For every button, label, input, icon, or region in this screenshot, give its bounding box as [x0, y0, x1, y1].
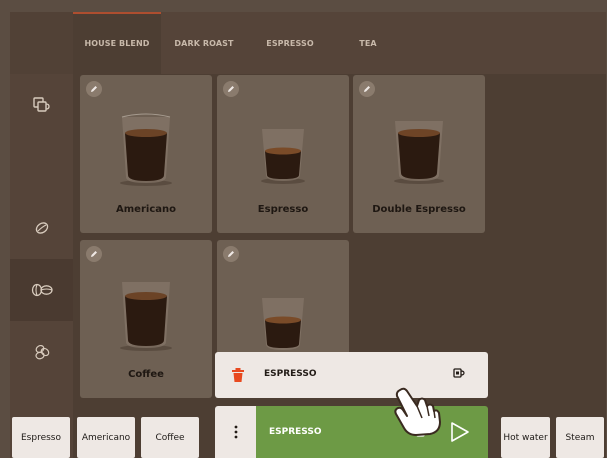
tab-dark-roast[interactable]: DARK ROAST — [161, 12, 247, 74]
coffee-beans-pair-icon — [31, 283, 53, 297]
quick-label: Coffee — [155, 432, 185, 443]
drink-label: Americano — [116, 204, 176, 215]
more-vertical-icon — [234, 425, 237, 439]
tab-label: DARK ROAST — [174, 38, 234, 48]
drink-card-americano[interactable]: Americano — [80, 75, 212, 233]
touch-screen: HOUSE BLEND DARK ROAST ESPRESSO TEA Amer… — [10, 12, 606, 458]
edit-icon[interactable] — [223, 246, 239, 262]
tab-label: HOUSE BLEND — [84, 38, 150, 48]
quick-espresso-button[interactable]: Espresso — [12, 417, 70, 458]
drink-card-espresso[interactable]: Espresso — [217, 75, 349, 233]
tab-tea[interactable]: TEA — [333, 12, 403, 74]
edit-icon[interactable] — [359, 81, 375, 97]
selected-drink-row: ESPRESSO — [215, 406, 488, 458]
sidebar — [10, 12, 73, 458]
sidebar-blank — [10, 12, 73, 74]
quick-label: Steam — [565, 432, 595, 443]
edit-icon[interactable] — [223, 81, 239, 97]
coffee-glass-icon — [394, 121, 444, 184]
delete-drink-label: ESPRESSO — [264, 369, 317, 379]
quick-label: Espresso — [20, 432, 61, 443]
cup-size-icon — [453, 368, 465, 378]
cups-icon — [32, 97, 50, 112]
coffee-glass-icon — [120, 113, 172, 186]
trash-icon[interactable] — [232, 368, 244, 382]
tab-label: ESPRESSO — [266, 38, 314, 48]
quick-americano-button[interactable]: Americano — [77, 417, 135, 458]
tab-espresso[interactable]: ESPRESSO — [247, 12, 333, 74]
quick-coffee-button[interactable]: Coffee — [141, 417, 199, 458]
coffee-glass-icon — [261, 129, 305, 184]
tab-house-blend[interactable]: HOUSE BLEND — [73, 12, 161, 74]
drink-label: Espresso — [257, 204, 309, 215]
drink-label: Coffee — [128, 369, 164, 380]
more-options-button[interactable] — [215, 406, 256, 458]
edit-icon[interactable] — [86, 81, 102, 97]
coffee-glass-icon — [120, 282, 172, 351]
quick-label: Hot water — [503, 432, 548, 443]
coffee-glass-icon — [262, 298, 304, 350]
sidebar-item-cups[interactable] — [10, 74, 73, 136]
edit-icon[interactable] — [86, 246, 102, 262]
drink-card-custom[interactable] — [217, 240, 349, 358]
drink-card-coffee[interactable]: Coffee — [80, 240, 212, 398]
machine-frame: HOUSE BLEND DARK ROAST ESPRESSO TEA Amer… — [0, 0, 607, 458]
drink-label: Double Espresso — [372, 204, 466, 215]
tab-label: TEA — [359, 38, 377, 48]
category-tabs: HOUSE BLEND DARK ROAST ESPRESSO TEA — [73, 12, 606, 74]
coffee-beans-cluster-icon — [34, 344, 49, 360]
sidebar-item-bean[interactable] — [10, 197, 73, 259]
selected-drink-label: ESPRESSO — [269, 427, 322, 437]
brew-drink-button[interactable]: ESPRESSO — [256, 406, 488, 458]
quick-steam-button[interactable]: Steam — [556, 417, 604, 458]
sidebar-item-beans-pair[interactable] — [10, 259, 73, 321]
hand-pointer-icon — [394, 387, 441, 436]
quick-label: Americano — [81, 432, 131, 443]
quick-hot-water-button[interactable]: Hot water — [501, 417, 550, 458]
coffee-bean-icon — [35, 222, 48, 234]
delete-drink-row[interactable]: ESPRESSO — [215, 352, 488, 398]
drink-card-double-espresso[interactable]: Double Espresso — [353, 75, 485, 233]
sidebar-item-beans-cluster[interactable] — [10, 321, 73, 383]
play-icon[interactable] — [450, 421, 470, 443]
